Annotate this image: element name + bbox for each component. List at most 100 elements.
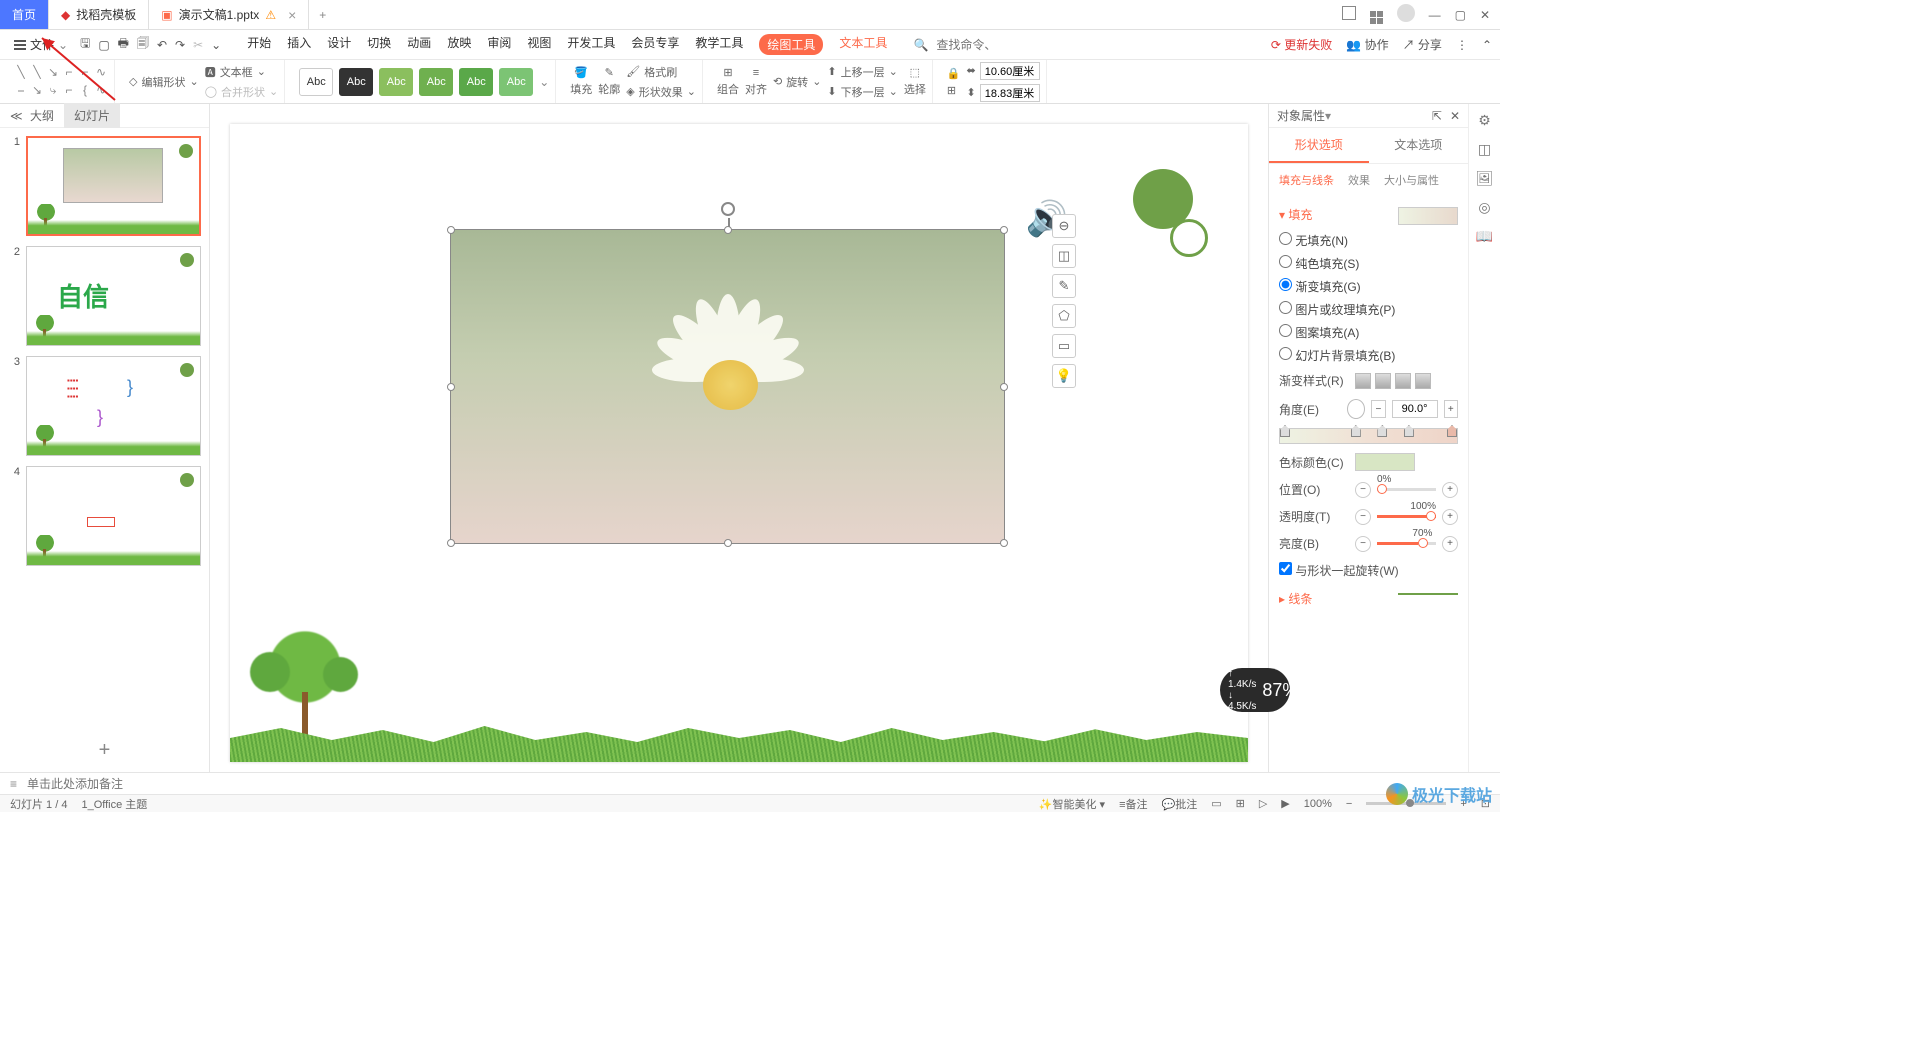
- tab-template[interactable]: ◆找稻壳模板: [49, 0, 149, 29]
- selected-shape[interactable]: [450, 229, 1005, 544]
- merge-shape-button[interactable]: ◯ 合并形状 ⌄: [205, 84, 279, 100]
- rotate-handle[interactable]: [721, 202, 735, 216]
- textbox-button[interactable]: 🅰 文本框 ⌄: [205, 64, 279, 80]
- rail-book-icon[interactable]: 📖: [1476, 228, 1493, 245]
- rail-style-icon[interactable]: ◫: [1478, 141, 1491, 158]
- collapse-ribbon-icon[interactable]: ⌃: [1482, 38, 1492, 52]
- menu-review[interactable]: 审阅: [487, 34, 511, 55]
- user-avatar[interactable]: [1397, 4, 1415, 25]
- style-abc-4[interactable]: Abc: [419, 68, 453, 96]
- pin-panel-icon[interactable]: ⇱: [1432, 109, 1442, 123]
- share-button[interactable]: ↗ 分享: [1403, 36, 1442, 53]
- prop-tab-text[interactable]: 文本选项: [1369, 128, 1469, 163]
- sidebar-tab-outline[interactable]: 大纲: [20, 103, 64, 128]
- float-shape-icon[interactable]: ⬠: [1052, 304, 1076, 328]
- qat-cut-icon[interactable]: ✂: [193, 38, 203, 52]
- radio-no-fill[interactable]: 无填充(N): [1279, 229, 1458, 252]
- style-abc-1[interactable]: Abc: [299, 68, 333, 96]
- transparency-slider[interactable]: 100%: [1377, 515, 1436, 518]
- notes-input[interactable]: [27, 777, 1490, 791]
- slide-canvas[interactable]: 🔊: [230, 124, 1248, 762]
- rail-image-icon[interactable]: 🖼: [1476, 170, 1494, 187]
- view-normal-icon[interactable]: ▭: [1211, 797, 1221, 810]
- rotate-button[interactable]: ⟲ 旋转 ⌄: [773, 74, 821, 90]
- slide-thumb-2[interactable]: 自信: [26, 246, 201, 346]
- style-abc-2[interactable]: Abc: [339, 68, 373, 96]
- menu-draw-tools[interactable]: 绘图工具: [759, 34, 823, 55]
- view-reading-icon[interactable]: ▷: [1259, 797, 1267, 810]
- float-layers-icon[interactable]: ◫: [1052, 244, 1076, 268]
- layout-icon[interactable]: [1342, 6, 1356, 23]
- shape-effect-button[interactable]: ◈ 形状效果 ⌄: [626, 84, 696, 100]
- angle-minus[interactable]: −: [1371, 400, 1385, 418]
- menu-transition[interactable]: 切换: [367, 34, 391, 55]
- close-tab-icon[interactable]: ×: [288, 7, 296, 23]
- menu-slideshow[interactable]: 放映: [447, 34, 471, 55]
- pos-minus[interactable]: −: [1355, 482, 1371, 498]
- collapse-sidebar-icon[interactable]: ≪: [0, 105, 20, 127]
- stop-color-swatch[interactable]: [1355, 453, 1415, 471]
- slide-thumb-1[interactable]: [26, 136, 201, 236]
- angle-dial[interactable]: [1347, 399, 1365, 419]
- gradient-style-gallery[interactable]: [1355, 373, 1431, 389]
- menu-animation[interactable]: 动画: [407, 34, 431, 55]
- coop-button[interactable]: 👥 协作: [1346, 36, 1388, 53]
- qat-save-icon[interactable]: 🖫: [80, 34, 90, 55]
- brightness-slider[interactable]: 70%: [1377, 542, 1436, 545]
- float-frame-icon[interactable]: ▭: [1052, 334, 1076, 358]
- height-input[interactable]: [980, 84, 1040, 102]
- search-icon[interactable]: 🔍: [913, 38, 928, 52]
- resize-handle-nw[interactable]: [447, 226, 455, 234]
- qat-undo-icon[interactable]: ↶: [157, 38, 167, 52]
- fill-button[interactable]: 🪣填充: [570, 66, 592, 97]
- rail-location-icon[interactable]: ◎: [1478, 199, 1490, 216]
- tab-document[interactable]: ▣ 演示文稿1.pptx ⚠ ×: [149, 0, 309, 29]
- resize-handle-sw[interactable]: [447, 539, 455, 547]
- gradient-bar[interactable]: [1279, 428, 1458, 444]
- style-abc-3[interactable]: Abc: [379, 68, 413, 96]
- add-slide-button[interactable]: +: [0, 729, 209, 772]
- minimize-icon[interactable]: —: [1429, 8, 1441, 22]
- menu-member[interactable]: 会员专享: [631, 34, 679, 55]
- move-down-button[interactable]: ⬇ 下移一层 ⌄: [827, 84, 897, 100]
- angle-input[interactable]: [1392, 400, 1438, 418]
- position-slider[interactable]: 0%: [1377, 488, 1436, 491]
- qat-print-icon[interactable]: 🖶: [118, 34, 129, 55]
- slide-thumb-3[interactable]: ▪▪▪▪▪▪▪▪▪▪▪▪}}: [26, 356, 201, 456]
- radio-slidebg-fill[interactable]: 幻灯片背景填充(B): [1279, 344, 1458, 367]
- float-bulb-icon[interactable]: 💡: [1052, 364, 1076, 388]
- style-abc-6[interactable]: Abc: [499, 68, 533, 96]
- view-slideshow-icon[interactable]: ▶: [1281, 797, 1289, 810]
- bright-minus[interactable]: −: [1355, 536, 1371, 552]
- status-comments-button[interactable]: 💬批注: [1162, 796, 1198, 812]
- radio-picture-fill[interactable]: 图片或纹理填充(P): [1279, 298, 1458, 321]
- menu-insert[interactable]: 插入: [287, 34, 311, 55]
- close-window-icon[interactable]: ✕: [1480, 8, 1490, 22]
- angle-plus[interactable]: +: [1444, 400, 1458, 418]
- menu-text-tools[interactable]: 文本工具: [839, 34, 887, 55]
- more-menu-icon[interactable]: ⋮: [1456, 38, 1468, 52]
- add-tab[interactable]: +: [309, 0, 336, 29]
- float-pen-icon[interactable]: ✎: [1052, 274, 1076, 298]
- resize-handle-s[interactable]: [724, 539, 732, 547]
- radio-solid-fill[interactable]: 纯色填充(S): [1279, 252, 1458, 275]
- resize-handle-n[interactable]: [724, 226, 732, 234]
- trans-minus[interactable]: −: [1355, 509, 1371, 525]
- bright-plus[interactable]: +: [1442, 536, 1458, 552]
- maximize-icon[interactable]: ▢: [1455, 8, 1466, 22]
- pos-plus[interactable]: +: [1442, 482, 1458, 498]
- menu-design[interactable]: 设计: [327, 34, 351, 55]
- search-input[interactable]: [936, 38, 996, 52]
- trans-plus[interactable]: +: [1442, 509, 1458, 525]
- notes-toggle-icon[interactable]: ≡: [10, 777, 17, 791]
- update-failed[interactable]: ⟳ 更新失败: [1271, 36, 1332, 53]
- prop-tab-shape[interactable]: 形状选项: [1269, 128, 1369, 163]
- fill-preview-swatch[interactable]: [1398, 207, 1458, 225]
- tab-home[interactable]: 首页: [0, 0, 49, 29]
- menu-developer[interactable]: 开发工具: [567, 34, 615, 55]
- radio-pattern-fill[interactable]: 图案填充(A): [1279, 321, 1458, 344]
- prop-subtab-size[interactable]: 大小与属性: [1384, 172, 1439, 188]
- status-beautify[interactable]: ✨智能美化 ▾: [1039, 796, 1105, 812]
- width-input[interactable]: [980, 62, 1040, 80]
- slide-thumb-4[interactable]: [26, 466, 201, 566]
